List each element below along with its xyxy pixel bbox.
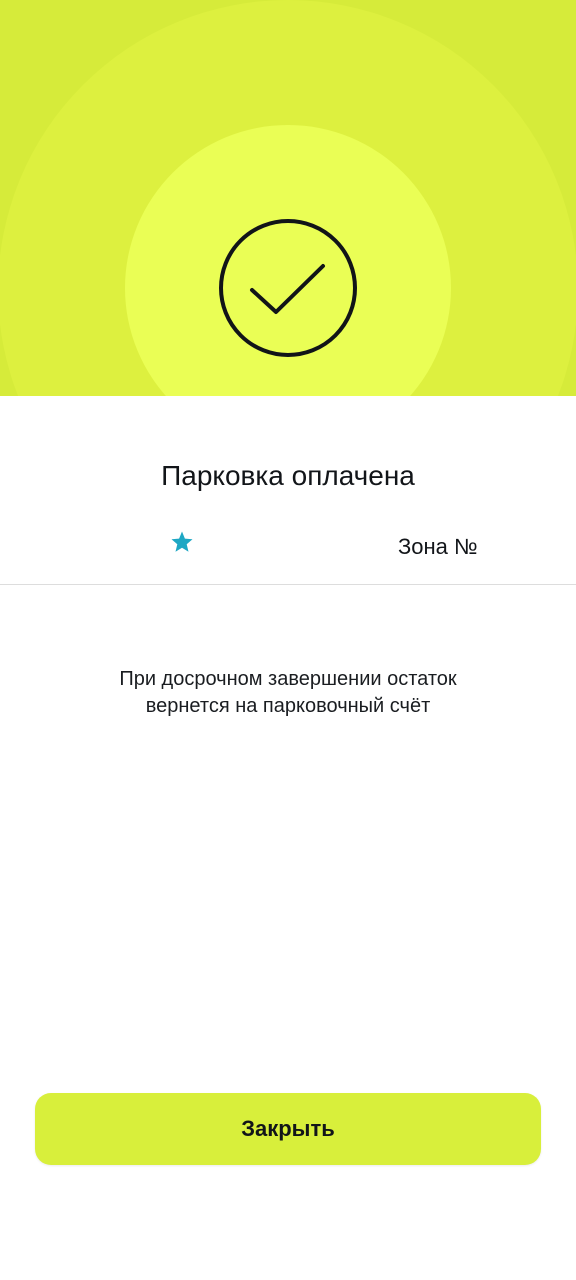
page-title: Парковка оплачена bbox=[161, 460, 415, 491]
refund-notice-line: вернется на парковочный счёт bbox=[145, 695, 431, 717]
refund-notice-line: При досрочном завершении остаток bbox=[119, 668, 457, 690]
parking-info-row: Зона № bbox=[0, 520, 576, 585]
refund-notice: При досрочном завершении остаток вернетс… bbox=[60, 666, 516, 720]
zone-label: Зона № bbox=[398, 534, 478, 559]
check-circle-icon bbox=[219, 219, 357, 357]
star-icon bbox=[171, 531, 193, 552]
success-header bbox=[0, 0, 576, 396]
close-button[interactable]: Закрыть bbox=[35, 1093, 541, 1165]
payment-success-screen: Парковка оплачена Зона № При досрочном з… bbox=[0, 0, 576, 1280]
